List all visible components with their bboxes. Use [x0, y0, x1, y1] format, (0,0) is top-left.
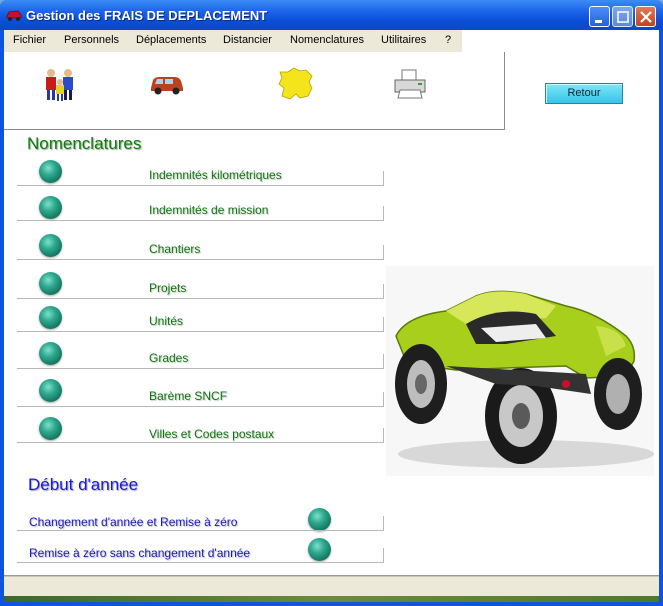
remise-zero-button[interactable]	[308, 538, 331, 561]
unites-label: Unités	[149, 314, 184, 328]
projets-label: Projets	[149, 281, 187, 295]
unites-button[interactable]	[39, 306, 62, 329]
close-icon	[640, 11, 652, 23]
menu-bar: Fichier Personnels Déplacements Distanci…	[4, 30, 462, 52]
buggy-car-image	[386, 266, 654, 476]
row-divider-tick	[383, 317, 384, 332]
row-divider	[17, 220, 384, 221]
indemnites-km-button[interactable]	[39, 160, 62, 183]
row-divider	[17, 562, 384, 563]
remise-zero-label: Remise à zéro sans changement d'année	[29, 546, 251, 560]
row-divider-tick	[383, 428, 384, 443]
printer-icon[interactable]	[392, 68, 428, 100]
row-divider	[17, 406, 384, 407]
app-window: Gestion des FRAIS DE DEPLACEMENT Fichier…	[0, 0, 663, 606]
window-title: Gestion des FRAIS DE DEPLACEMENT	[26, 8, 268, 23]
row-divider	[17, 331, 384, 332]
status-bar	[4, 576, 659, 596]
changement-annee-label: Changement d'année et Remise à zéro	[29, 515, 238, 529]
row-divider-tick	[383, 392, 384, 407]
indemnites-km-label: Indemnités kilométriques	[149, 168, 282, 182]
maximize-icon	[617, 11, 629, 23]
row-divider	[17, 442, 384, 443]
car-icon[interactable]	[149, 74, 185, 96]
indemnites-mission-label: Indemnités de mission	[149, 203, 269, 217]
retour-button[interactable]: Retour	[545, 83, 623, 104]
desktop-strip	[4, 596, 659, 602]
villes-codes-postaux-button[interactable]	[39, 417, 62, 440]
row-divider	[17, 530, 384, 531]
personnel-icon[interactable]	[42, 68, 78, 102]
menu-nomenclatures[interactable]: Nomenclatures	[290, 34, 364, 46]
row-divider-tick	[383, 245, 384, 260]
app-car-icon	[6, 10, 22, 21]
row-divider	[17, 368, 384, 369]
france-map-icon[interactable]	[276, 66, 316, 102]
row-divider	[17, 259, 384, 260]
menu-help[interactable]: ?	[445, 34, 451, 46]
villes-codes-postaux-label: Villes et Codes postaux	[149, 427, 275, 441]
close-button[interactable]	[635, 6, 656, 27]
bareme-sncf-button[interactable]	[39, 379, 62, 402]
row-divider-tick	[383, 206, 384, 221]
title-bar[interactable]: Gestion des FRAIS DE DEPLACEMENT	[0, 0, 663, 30]
client-area: Fichier Personnels Déplacements Distanci…	[4, 30, 659, 602]
menu-distancier[interactable]: Distancier	[223, 34, 272, 46]
menu-fichier[interactable]: Fichier	[13, 34, 46, 46]
menu-personnels[interactable]: Personnels	[64, 34, 119, 46]
row-divider-tick	[383, 171, 384, 186]
minimize-icon	[595, 20, 602, 23]
debut-annee-title: Début d'année	[28, 475, 139, 494]
toolbar	[4, 52, 505, 130]
grades-button[interactable]	[39, 342, 62, 365]
row-divider-tick	[383, 548, 384, 563]
changement-annee-button[interactable]	[308, 508, 331, 531]
row-divider	[17, 185, 384, 186]
menu-utilitaires[interactable]: Utilitaires	[381, 34, 426, 46]
maximize-button[interactable]	[612, 6, 633, 27]
menu-deplacements[interactable]: Déplacements	[136, 34, 206, 46]
chantiers-label: Chantiers	[149, 242, 201, 256]
row-divider	[17, 298, 384, 299]
nomenclatures-title: Nomenclatures	[27, 134, 142, 153]
minimize-button[interactable]	[589, 6, 610, 27]
row-divider-tick	[383, 354, 384, 369]
row-divider-tick	[383, 516, 384, 531]
grades-label: Grades	[149, 351, 189, 365]
chantiers-button[interactable]	[39, 234, 62, 257]
row-divider-tick	[383, 284, 384, 299]
indemnites-mission-button[interactable]	[39, 196, 62, 219]
projets-button[interactable]	[39, 272, 62, 295]
bareme-sncf-label: Barème SNCF	[149, 389, 228, 403]
